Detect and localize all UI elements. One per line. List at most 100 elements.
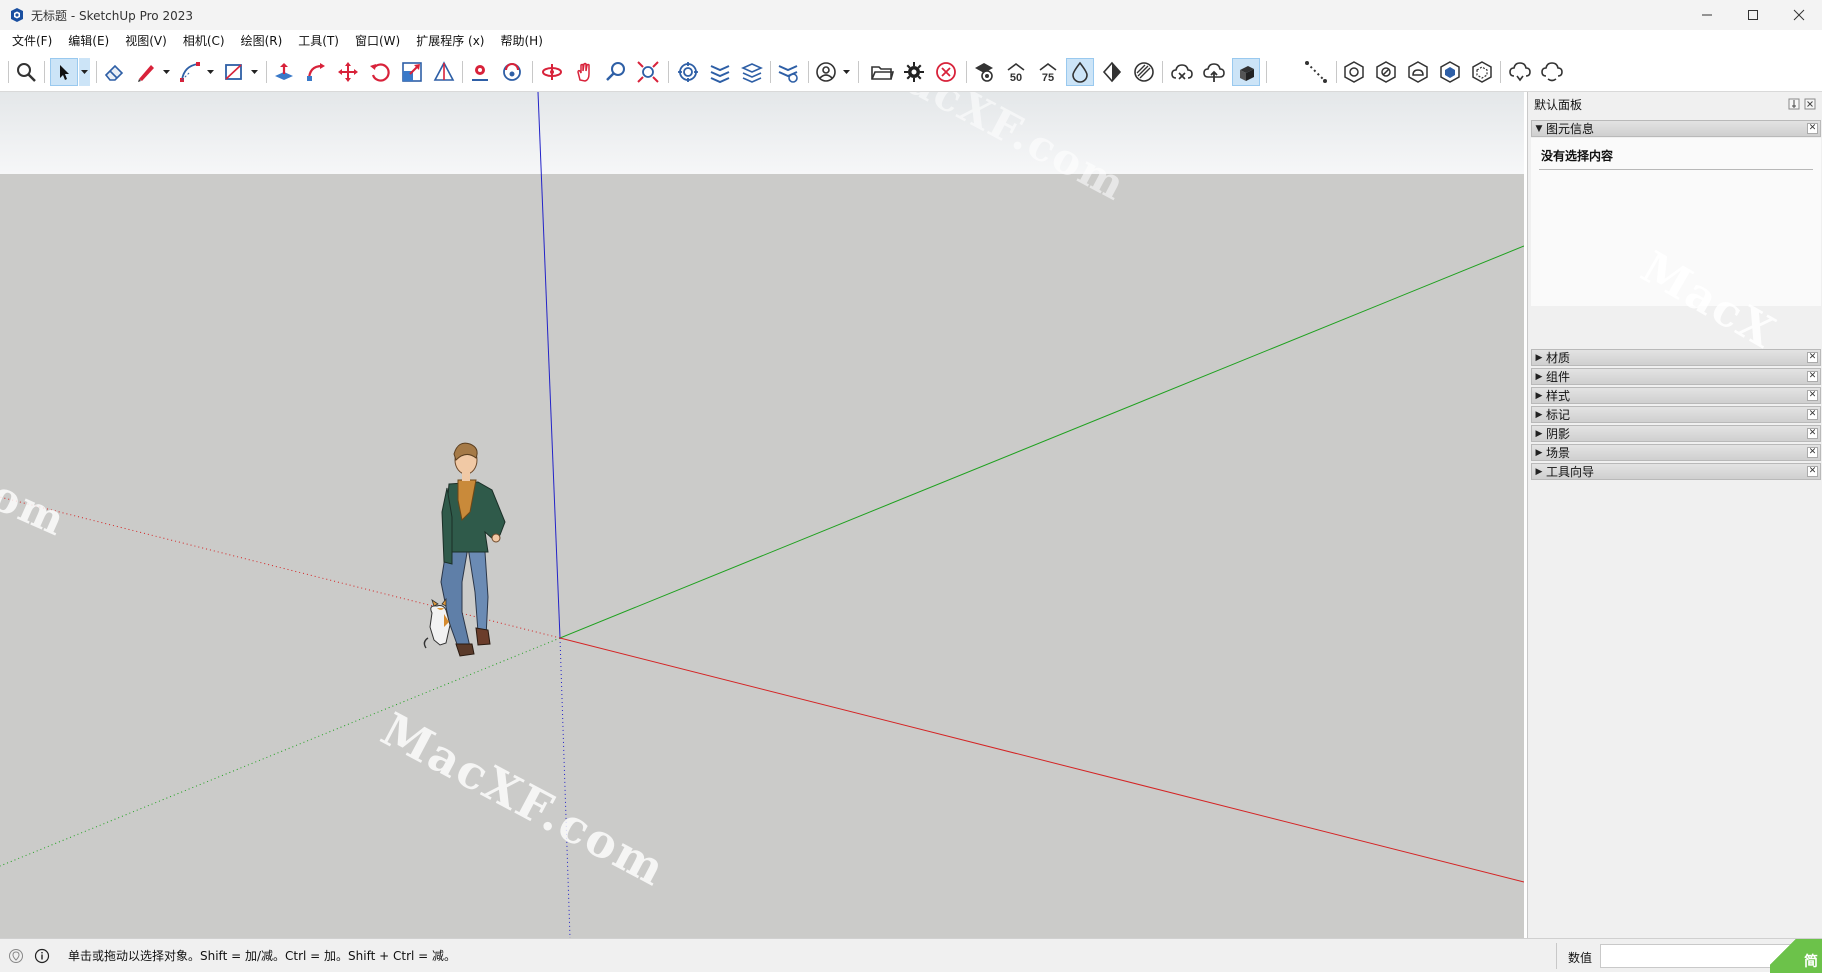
menu-file[interactable]: 文件(F) [4,30,60,53]
orbit-tool[interactable] [538,58,566,86]
select-tool[interactable] [50,58,78,86]
iso-view-icon [1344,61,1364,83]
rectangle-dropdown[interactable] [249,58,260,86]
tray-instructor[interactable]: ▶ 工具向导 ✕ [1531,463,1821,480]
cloud-x-button[interactable] [1168,58,1196,86]
protractor-tool[interactable] [430,58,458,86]
seventy-five-icon: 75 [1039,63,1057,84]
menu-extensions[interactable]: 扩展程序 (x) [408,30,492,53]
tray-tags[interactable]: ▶ 标记 ✕ [1531,406,1821,423]
position-camera-tool[interactable] [466,58,494,86]
sandbox-tool[interactable] [674,58,702,86]
collapsed-triangle-icon: ▶ [1535,447,1543,458]
svg-text:50: 50 [1010,72,1022,84]
account-button[interactable] [812,58,840,86]
stack-icon [741,63,763,83]
status-hint: 单击或拖动以选择对象。Shift = 加/减。Ctrl = 加。Shift + … [68,949,457,963]
view-eye-button[interactable] [970,58,998,86]
menu-camera[interactable]: 相机(C) [175,30,233,53]
cloud-sync-button[interactable] [1506,58,1534,86]
front-view-button[interactable] [1404,58,1432,86]
tray-shadows[interactable]: ▶ 阴影 ✕ [1531,425,1821,442]
leaf-button[interactable] [1098,58,1126,86]
menu-window[interactable]: 窗口(W) [347,30,408,53]
protractor-icon [433,61,455,81]
menu-edit[interactable]: 编辑(E) [60,30,117,53]
arc-dropdown[interactable] [205,58,216,86]
iso-view-button[interactable] [1340,58,1368,86]
zoom-tool-2[interactable] [602,58,630,86]
tray-scenes[interactable]: ▶ 场景 ✕ [1531,444,1821,461]
right-view-button[interactable] [1436,58,1464,86]
cancel-button[interactable] [932,58,960,86]
viewport-canvas [0,92,1524,938]
zoom-tool[interactable] [12,58,40,86]
account-dropdown[interactable] [841,58,852,86]
fifty-button[interactable]: 50 [1002,58,1030,86]
cloud-x-icon [1171,64,1193,80]
select-dropdown[interactable] [79,58,90,86]
geo-location-icon[interactable] [8,948,24,964]
tray-materials[interactable]: ▶ 材质 ✕ [1531,349,1821,366]
zoom-extents-tool[interactable] [634,58,662,86]
layers-tool[interactable] [706,58,734,86]
hatch-button[interactable] [1130,58,1158,86]
seventy-five-button[interactable]: 75 [1034,58,1062,86]
close-icon[interactable]: ✕ [1807,409,1818,420]
close-icon[interactable]: ✕ [1807,123,1818,134]
arc-tool[interactable] [176,58,204,86]
info-icon[interactable] [34,948,50,964]
close-icon[interactable]: ✕ [1807,352,1818,363]
model-viewport[interactable]: MacXF.com MacXF.com om [0,92,1524,938]
tray-entity-info[interactable]: ▼ 图元信息 ✕ [1531,120,1821,137]
tray-components[interactable]: ▶ 组件 ✕ [1531,368,1821,385]
back-view-button[interactable] [1468,58,1496,86]
eraser-tool[interactable] [100,58,128,86]
close-icon[interactable]: ✕ [1807,371,1818,382]
tape-measure-button[interactable] [1302,58,1330,86]
menu-bar: 文件(F) 编辑(E) 视图(V) 相机(C) 绘图(R) 工具(T) 窗口(W… [0,30,1822,53]
minimize-button[interactable] [1684,0,1730,30]
move-tool[interactable] [334,58,362,86]
close-icon[interactable]: ✕ [1807,390,1818,401]
zoom-icon [17,63,36,82]
stack-tool[interactable] [738,58,766,86]
drop-button[interactable] [1066,58,1094,86]
close-window-button[interactable] [1776,0,1822,30]
pan-tool[interactable] [570,58,598,86]
close-icon [1793,9,1805,21]
tray-styles[interactable]: ▶ 样式 ✕ [1531,387,1821,404]
open-button[interactable] [868,58,896,86]
drop-icon [1072,61,1088,83]
menu-help[interactable]: 帮助(H) [492,30,550,53]
line-tool[interactable] [132,58,160,86]
menu-draw[interactable]: 绘图(R) [233,30,291,53]
tray-shadows-label: 阴影 [1546,427,1571,441]
cloud-refresh-button[interactable] [1538,58,1566,86]
push-pull-tool[interactable] [270,58,298,86]
layers-icon [710,65,730,84]
look-around-tool[interactable] [498,58,526,86]
settings-stack-tool[interactable] [774,58,802,86]
rectangle-tool[interactable] [220,58,248,86]
top-view-button[interactable] [1372,58,1400,86]
close-icon[interactable]: ✕ [1807,447,1818,458]
line-dropdown[interactable] [161,58,172,86]
pin-icon[interactable] [1788,98,1800,110]
scale-tool[interactable] [398,58,426,86]
gear-button[interactable] [900,58,928,86]
tray-components-label: 组件 [1546,370,1571,384]
close-icon[interactable]: ✕ [1807,466,1818,477]
rotate-tool[interactable] [366,58,394,86]
tray-scenes-label: 场景 [1546,446,1571,460]
cloud-cube-button[interactable] [1232,58,1260,86]
follow-me-tool[interactable] [302,58,330,86]
menu-tools[interactable]: 工具(T) [290,30,347,53]
maximize-button[interactable] [1730,0,1776,30]
cloud-upload-button[interactable] [1200,58,1228,86]
close-icon[interactable] [1804,98,1816,110]
menu-view[interactable]: 视图(V) [117,30,175,53]
no-selection-text: 没有选择内容 [1541,149,1614,163]
collapsed-triangle-icon: ▶ [1535,352,1543,363]
close-icon[interactable]: ✕ [1807,428,1818,439]
